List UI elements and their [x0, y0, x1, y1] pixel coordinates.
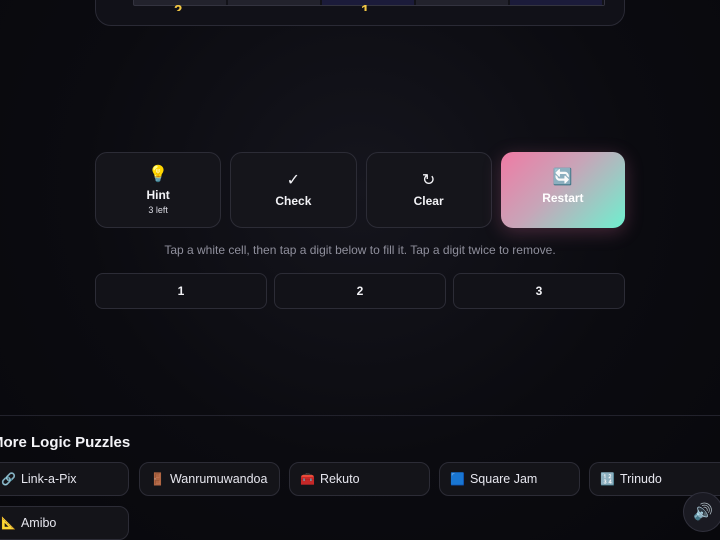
numbers-icon: 🔢 [600, 472, 615, 486]
game-controls: 💡 Hint 3 left ✓ Check ↻ Clear 🔄 Restart [95, 152, 625, 228]
digit-button-3[interactable]: 3 [453, 273, 625, 309]
restart-label: Restart [542, 191, 584, 205]
puzzle-link-rekuto[interactable]: 🧰 Rekuto [289, 462, 430, 496]
board-cell[interactable] [416, 0, 510, 5]
triangular-ruler-icon: 📐 [1, 516, 16, 530]
lightbulb-icon: 💡 [148, 165, 169, 183]
restart-button[interactable]: 🔄 Restart [500, 152, 625, 228]
section-divider [0, 415, 720, 416]
puzzle-link-label: Square Jam [469, 472, 538, 486]
puzzle-link-label: Trinudo [619, 472, 662, 486]
digit-pad: 1 2 3 [95, 273, 625, 309]
link-icon: 🔗 [1, 472, 16, 486]
puzzle-link-label: Wanrumuwandoa [169, 472, 268, 486]
puzzle-link-label: Amibo [20, 516, 57, 530]
puzzle-link-link-a-pix[interactable]: 🔗 Link-a-Pix [0, 462, 129, 496]
puzzle-link-trinudo[interactable]: 🔢 Trinudo [589, 462, 720, 496]
board-cell-digit: 2 [174, 3, 182, 11]
toolbox-icon: 🧰 [300, 472, 315, 486]
puzzle-link-square-jam[interactable]: 🟦 Square Jam [439, 462, 580, 496]
clear-button[interactable]: ↻ Clear [365, 152, 492, 228]
clear-label: Clear [413, 194, 444, 208]
hint-button[interactable]: 💡 Hint 3 left [95, 152, 222, 228]
checkmark-icon: ✓ [286, 172, 301, 189]
board-cell[interactable] [510, 0, 604, 5]
speaker-icon: 🔊 [693, 504, 713, 521]
check-label: Check [275, 194, 312, 208]
puzzle-link-amibo[interactable]: 📐 Amibo [0, 506, 129, 540]
puzzle-link-wanrumuwandoa[interactable]: 🚪 Wanrumuwandoa [139, 462, 280, 496]
hint-label: Hint [146, 187, 170, 202]
digit-button-2[interactable]: 2 [274, 273, 446, 309]
puzzle-link-label: Rekuto [319, 472, 360, 486]
blue-square-icon: 🟦 [450, 472, 465, 486]
restart-icon: 🔄 [552, 169, 573, 186]
instructions-text: Tap a white cell, then tap a digit below… [164, 243, 556, 257]
door-icon: 🚪 [150, 472, 165, 486]
hints-remaining: 3 left [148, 204, 168, 215]
more-puzzles-heading: More Logic Puzzles [0, 434, 131, 451]
board-cell-digit: 1 [361, 3, 369, 11]
board-cell[interactable] [228, 0, 322, 5]
digit-button-1[interactable]: 1 [95, 273, 267, 309]
reload-icon: ↻ [421, 172, 436, 189]
sound-toggle-button[interactable]: 🔊 [683, 492, 720, 532]
check-button[interactable]: ✓ Check [230, 152, 357, 228]
puzzle-link-label: Link-a-Pix [20, 472, 77, 486]
